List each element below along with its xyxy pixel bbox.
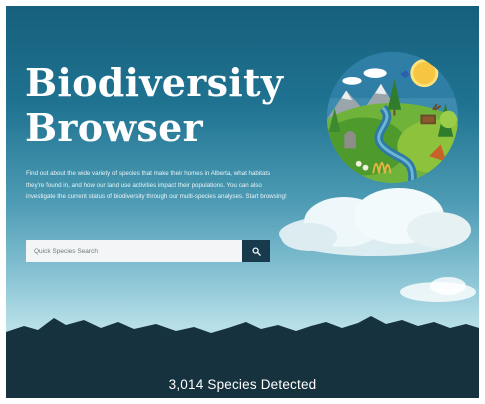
page-title-line1: Biodiversity xyxy=(25,60,284,105)
lynx-icon xyxy=(344,131,356,149)
cloud-large xyxy=(279,188,471,256)
alberta-habitat-illustration xyxy=(326,51,459,184)
page-title-line2: Browser xyxy=(25,105,203,150)
hero-description: Find out about the wide variety of speci… xyxy=(26,170,287,200)
search-icon xyxy=(251,246,261,256)
species-count: 3,014 Species Detected xyxy=(168,377,317,392)
sun-icon xyxy=(410,59,439,88)
hero-section: Biodiversity Browser Find out about the … xyxy=(6,6,479,398)
quick-species-search xyxy=(26,240,270,262)
search-input[interactable] xyxy=(26,240,242,262)
search-button[interactable] xyxy=(242,240,270,262)
page-title: Biodiversity Browser xyxy=(25,60,283,150)
